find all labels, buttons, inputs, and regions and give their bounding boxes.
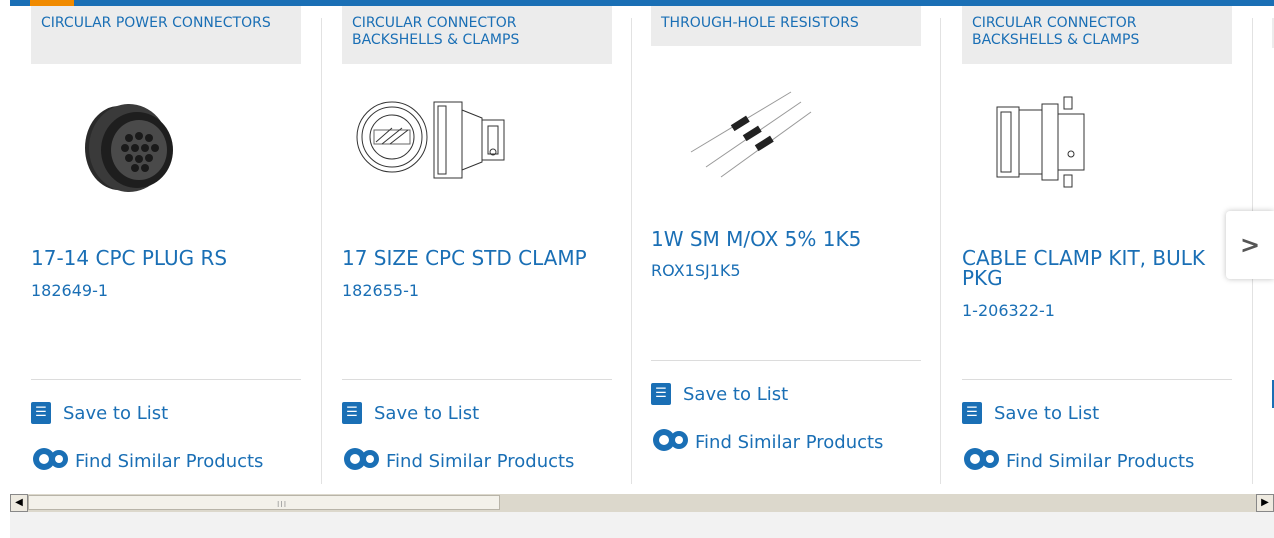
product-image[interactable] [661, 72, 911, 212]
bottom-panel [10, 512, 1274, 538]
gears-icon [31, 446, 71, 477]
card-divider [342, 379, 612, 380]
product-title[interactable]: 17 SIZE CPC STD CLAMP [342, 248, 602, 268]
carousel-next-button[interactable]: > [1226, 211, 1274, 279]
save-to-list-label: Save to List [63, 402, 169, 424]
find-similar-label: Find Similar Products [1006, 451, 1195, 472]
part-number[interactable]: 182655-1 [342, 281, 419, 300]
find-similar-button[interactable]: Find Similar Products [651, 427, 883, 458]
save-to-list-button[interactable]: ☰ Save to List [342, 402, 479, 424]
checklist-icon: ☰ [651, 383, 671, 405]
category-label[interactable]: CIRCULAR CONNECTOR BACKSHELLS & CLAMPS [342, 6, 612, 64]
find-similar-label: Find Similar Products [386, 451, 575, 472]
card-divider [651, 360, 921, 361]
save-to-list-label: Save to List [994, 402, 1100, 424]
save-to-list-button[interactable]: ☰ Save to List [651, 383, 788, 405]
product-card: CIRCULAR CONNECTOR BACKSHELLS & CLAMPS 1… [342, 6, 612, 484]
category-label[interactable]: CIRCULAR CONNECTOR BACKSHELLS & CLAMPS [962, 6, 1232, 64]
card-separator [321, 18, 322, 484]
part-number[interactable]: ROX1SJ1K5 [651, 261, 741, 280]
find-similar-button[interactable]: Find Similar Products [31, 446, 263, 477]
gears-icon [651, 427, 691, 458]
scrollbar-grip: III [277, 500, 288, 509]
product-carousel: CIRCULAR POWER CONNECTORS 17-14 CPC PLUG… [10, 6, 1274, 486]
category-label[interactable]: THROUGH-HOLE RESISTORS [651, 6, 921, 46]
scroll-right-button[interactable]: ▶ [1256, 494, 1274, 512]
save-to-list-label: Save to List [683, 383, 789, 405]
card-separator [940, 18, 941, 484]
card-separator [631, 18, 632, 484]
save-to-list-button[interactable]: ☰ Save to List [962, 402, 1099, 424]
product-card: CIRCULAR POWER CONNECTORS 17-14 CPC PLUG… [31, 6, 301, 484]
category-label[interactable]: CIRCULAR POWER CONNECTORS [31, 6, 301, 64]
gears-icon [962, 446, 1002, 477]
part-number[interactable]: 1-206322-1 [962, 301, 1055, 320]
find-similar-button[interactable]: Find Similar Products [342, 446, 574, 477]
find-similar-label: Find Similar Products [695, 432, 884, 453]
find-similar-button[interactable]: Find Similar Products [962, 446, 1194, 477]
product-image[interactable] [41, 78, 291, 218]
find-similar-label: Find Similar Products [75, 451, 264, 472]
save-to-list-label: Save to List [374, 402, 480, 424]
product-title[interactable]: 17-14 CPC PLUG RS [31, 248, 291, 268]
product-card: THROUGH-HOLE RESISTORS 1W SM M/OX 5% 1K5… [651, 6, 921, 484]
save-to-list-button[interactable]: ☰ Save to List [31, 402, 168, 424]
scroll-left-button[interactable]: ◀ [10, 494, 28, 512]
checklist-icon: ☰ [31, 402, 51, 424]
gears-icon [342, 446, 382, 477]
chevron-right-icon: > [1239, 231, 1261, 259]
card-divider [31, 379, 301, 380]
scrollbar-thumb[interactable]: III [28, 495, 500, 510]
product-image[interactable] [972, 92, 1222, 232]
part-number[interactable]: 182649-1 [31, 281, 108, 300]
horizontal-scrollbar[interactable]: ◀ III ▶ [10, 494, 1274, 512]
card-divider [962, 379, 1232, 380]
product-title[interactable]: 1W SM M/OX 5% 1K5 [651, 229, 911, 249]
product-image[interactable] [352, 92, 602, 232]
checklist-icon: ☰ [962, 402, 982, 424]
product-card: CIRCULAR CONNECTOR BACKSHELLS & CLAMPS C… [962, 6, 1232, 484]
product-title[interactable]: CABLE CLAMP KIT, BULK PKG [962, 248, 1222, 288]
checklist-icon: ☰ [342, 402, 362, 424]
